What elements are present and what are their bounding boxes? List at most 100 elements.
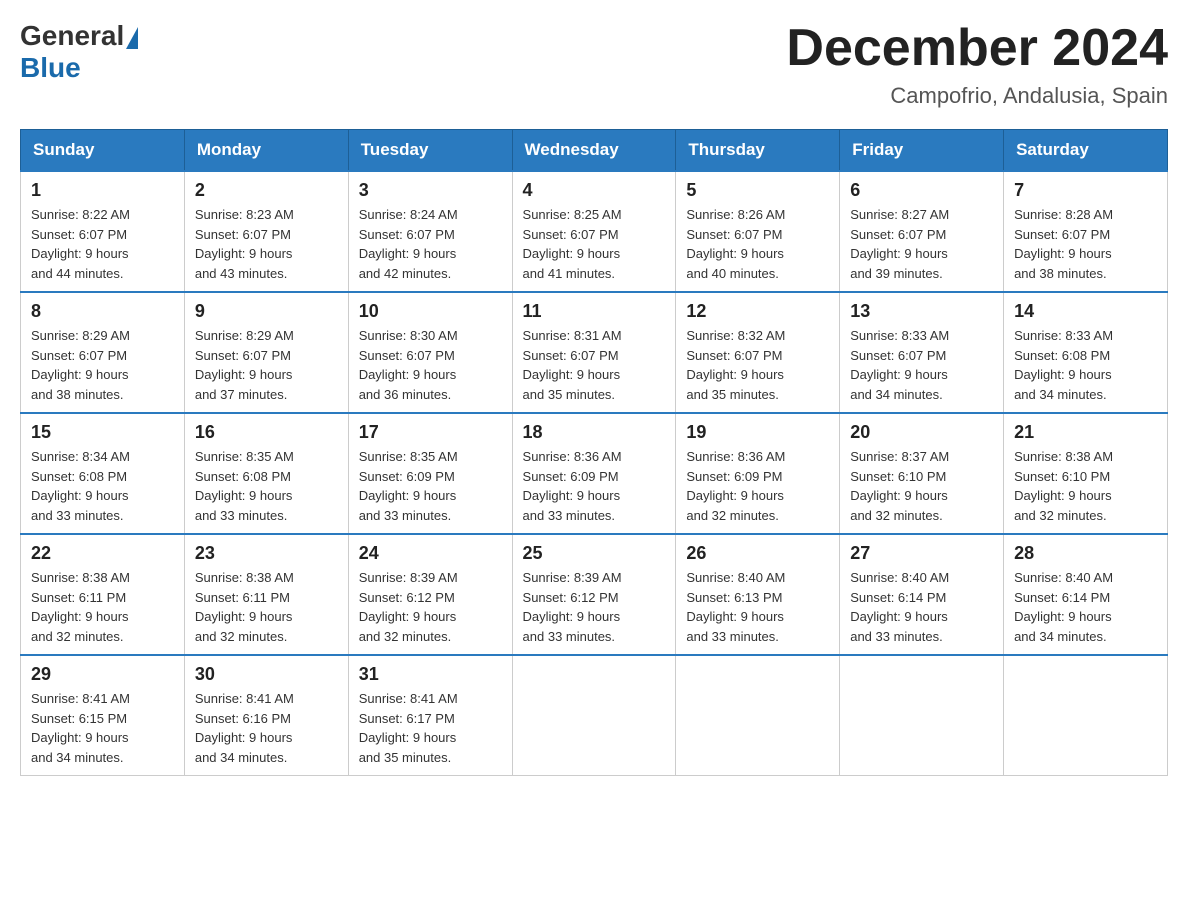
week-row-2: 8 Sunrise: 8:29 AM Sunset: 6:07 PM Dayli…: [21, 292, 1168, 413]
day-info: Sunrise: 8:40 AM Sunset: 6:13 PM Dayligh…: [686, 568, 829, 646]
calendar-cell: 18 Sunrise: 8:36 AM Sunset: 6:09 PM Dayl…: [512, 413, 676, 534]
logo: General Blue: [20, 20, 140, 84]
day-info: Sunrise: 8:37 AM Sunset: 6:10 PM Dayligh…: [850, 447, 993, 525]
day-number: 21: [1014, 422, 1157, 443]
title-area: December 2024 Campofrio, Andalusia, Spai…: [786, 20, 1168, 109]
day-info: Sunrise: 8:40 AM Sunset: 6:14 PM Dayligh…: [1014, 568, 1157, 646]
calendar-subtitle: Campofrio, Andalusia, Spain: [786, 83, 1168, 109]
day-number: 24: [359, 543, 502, 564]
week-row-1: 1 Sunrise: 8:22 AM Sunset: 6:07 PM Dayli…: [21, 171, 1168, 292]
day-number: 7: [1014, 180, 1157, 201]
calendar-cell: 24 Sunrise: 8:39 AM Sunset: 6:12 PM Dayl…: [348, 534, 512, 655]
day-info: Sunrise: 8:33 AM Sunset: 6:07 PM Dayligh…: [850, 326, 993, 404]
calendar-cell: [676, 655, 840, 776]
day-info: Sunrise: 8:29 AM Sunset: 6:07 PM Dayligh…: [195, 326, 338, 404]
day-number: 29: [31, 664, 174, 685]
calendar-cell: 4 Sunrise: 8:25 AM Sunset: 6:07 PM Dayli…: [512, 171, 676, 292]
calendar-cell: 14 Sunrise: 8:33 AM Sunset: 6:08 PM Dayl…: [1004, 292, 1168, 413]
calendar-cell: 1 Sunrise: 8:22 AM Sunset: 6:07 PM Dayli…: [21, 171, 185, 292]
calendar-cell: 17 Sunrise: 8:35 AM Sunset: 6:09 PM Dayl…: [348, 413, 512, 534]
calendar-cell: 9 Sunrise: 8:29 AM Sunset: 6:07 PM Dayli…: [184, 292, 348, 413]
calendar-cell: 22 Sunrise: 8:38 AM Sunset: 6:11 PM Dayl…: [21, 534, 185, 655]
column-header-wednesday: Wednesday: [512, 130, 676, 172]
calendar-cell: 3 Sunrise: 8:24 AM Sunset: 6:07 PM Dayli…: [348, 171, 512, 292]
column-header-friday: Friday: [840, 130, 1004, 172]
column-headers-row: SundayMondayTuesdayWednesdayThursdayFrid…: [21, 130, 1168, 172]
day-number: 26: [686, 543, 829, 564]
calendar-title: December 2024: [786, 20, 1168, 77]
day-number: 23: [195, 543, 338, 564]
calendar-cell: 8 Sunrise: 8:29 AM Sunset: 6:07 PM Dayli…: [21, 292, 185, 413]
calendar-cell: 2 Sunrise: 8:23 AM Sunset: 6:07 PM Dayli…: [184, 171, 348, 292]
column-header-sunday: Sunday: [21, 130, 185, 172]
day-info: Sunrise: 8:40 AM Sunset: 6:14 PM Dayligh…: [850, 568, 993, 646]
calendar-cell: 21 Sunrise: 8:38 AM Sunset: 6:10 PM Dayl…: [1004, 413, 1168, 534]
day-number: 20: [850, 422, 993, 443]
calendar-cell: 6 Sunrise: 8:27 AM Sunset: 6:07 PM Dayli…: [840, 171, 1004, 292]
calendar-cell: 13 Sunrise: 8:33 AM Sunset: 6:07 PM Dayl…: [840, 292, 1004, 413]
logo-triangle-icon: [126, 27, 138, 49]
column-header-tuesday: Tuesday: [348, 130, 512, 172]
day-number: 12: [686, 301, 829, 322]
day-number: 3: [359, 180, 502, 201]
day-info: Sunrise: 8:39 AM Sunset: 6:12 PM Dayligh…: [523, 568, 666, 646]
calendar-cell: 11 Sunrise: 8:31 AM Sunset: 6:07 PM Dayl…: [512, 292, 676, 413]
calendar-cell: [512, 655, 676, 776]
day-info: Sunrise: 8:27 AM Sunset: 6:07 PM Dayligh…: [850, 205, 993, 283]
day-number: 6: [850, 180, 993, 201]
day-number: 4: [523, 180, 666, 201]
day-info: Sunrise: 8:41 AM Sunset: 6:16 PM Dayligh…: [195, 689, 338, 767]
day-number: 16: [195, 422, 338, 443]
calendar-cell: 25 Sunrise: 8:39 AM Sunset: 6:12 PM Dayl…: [512, 534, 676, 655]
day-number: 19: [686, 422, 829, 443]
calendar-cell: [840, 655, 1004, 776]
calendar-cell: 28 Sunrise: 8:40 AM Sunset: 6:14 PM Dayl…: [1004, 534, 1168, 655]
day-number: 13: [850, 301, 993, 322]
week-row-3: 15 Sunrise: 8:34 AM Sunset: 6:08 PM Dayl…: [21, 413, 1168, 534]
day-number: 2: [195, 180, 338, 201]
day-info: Sunrise: 8:39 AM Sunset: 6:12 PM Dayligh…: [359, 568, 502, 646]
calendar-cell: 19 Sunrise: 8:36 AM Sunset: 6:09 PM Dayl…: [676, 413, 840, 534]
day-number: 1: [31, 180, 174, 201]
calendar-cell: 31 Sunrise: 8:41 AM Sunset: 6:17 PM Dayl…: [348, 655, 512, 776]
day-number: 22: [31, 543, 174, 564]
calendar-cell: 10 Sunrise: 8:30 AM Sunset: 6:07 PM Dayl…: [348, 292, 512, 413]
calendar-cell: 12 Sunrise: 8:32 AM Sunset: 6:07 PM Dayl…: [676, 292, 840, 413]
day-info: Sunrise: 8:35 AM Sunset: 6:08 PM Dayligh…: [195, 447, 338, 525]
day-number: 28: [1014, 543, 1157, 564]
day-info: Sunrise: 8:25 AM Sunset: 6:07 PM Dayligh…: [523, 205, 666, 283]
day-info: Sunrise: 8:29 AM Sunset: 6:07 PM Dayligh…: [31, 326, 174, 404]
calendar-cell: 7 Sunrise: 8:28 AM Sunset: 6:07 PM Dayli…: [1004, 171, 1168, 292]
day-info: Sunrise: 8:26 AM Sunset: 6:07 PM Dayligh…: [686, 205, 829, 283]
day-number: 14: [1014, 301, 1157, 322]
day-info: Sunrise: 8:22 AM Sunset: 6:07 PM Dayligh…: [31, 205, 174, 283]
calendar-cell: 23 Sunrise: 8:38 AM Sunset: 6:11 PM Dayl…: [184, 534, 348, 655]
day-info: Sunrise: 8:28 AM Sunset: 6:07 PM Dayligh…: [1014, 205, 1157, 283]
day-info: Sunrise: 8:38 AM Sunset: 6:10 PM Dayligh…: [1014, 447, 1157, 525]
day-info: Sunrise: 8:35 AM Sunset: 6:09 PM Dayligh…: [359, 447, 502, 525]
calendar-cell: 30 Sunrise: 8:41 AM Sunset: 6:16 PM Dayl…: [184, 655, 348, 776]
day-info: Sunrise: 8:36 AM Sunset: 6:09 PM Dayligh…: [686, 447, 829, 525]
day-info: Sunrise: 8:41 AM Sunset: 6:15 PM Dayligh…: [31, 689, 174, 767]
calendar-cell: 15 Sunrise: 8:34 AM Sunset: 6:08 PM Dayl…: [21, 413, 185, 534]
day-number: 18: [523, 422, 666, 443]
calendar-cell: [1004, 655, 1168, 776]
day-number: 5: [686, 180, 829, 201]
day-info: Sunrise: 8:32 AM Sunset: 6:07 PM Dayligh…: [686, 326, 829, 404]
day-info: Sunrise: 8:41 AM Sunset: 6:17 PM Dayligh…: [359, 689, 502, 767]
calendar-cell: 20 Sunrise: 8:37 AM Sunset: 6:10 PM Dayl…: [840, 413, 1004, 534]
day-info: Sunrise: 8:33 AM Sunset: 6:08 PM Dayligh…: [1014, 326, 1157, 404]
day-number: 25: [523, 543, 666, 564]
calendar-cell: 26 Sunrise: 8:40 AM Sunset: 6:13 PM Dayl…: [676, 534, 840, 655]
calendar-cell: 29 Sunrise: 8:41 AM Sunset: 6:15 PM Dayl…: [21, 655, 185, 776]
calendar-table: SundayMondayTuesdayWednesdayThursdayFrid…: [20, 129, 1168, 776]
day-info: Sunrise: 8:30 AM Sunset: 6:07 PM Dayligh…: [359, 326, 502, 404]
calendar-cell: 16 Sunrise: 8:35 AM Sunset: 6:08 PM Dayl…: [184, 413, 348, 534]
day-info: Sunrise: 8:38 AM Sunset: 6:11 PM Dayligh…: [31, 568, 174, 646]
week-row-5: 29 Sunrise: 8:41 AM Sunset: 6:15 PM Dayl…: [21, 655, 1168, 776]
day-number: 31: [359, 664, 502, 685]
day-number: 11: [523, 301, 666, 322]
day-number: 27: [850, 543, 993, 564]
column-header-monday: Monday: [184, 130, 348, 172]
day-info: Sunrise: 8:31 AM Sunset: 6:07 PM Dayligh…: [523, 326, 666, 404]
